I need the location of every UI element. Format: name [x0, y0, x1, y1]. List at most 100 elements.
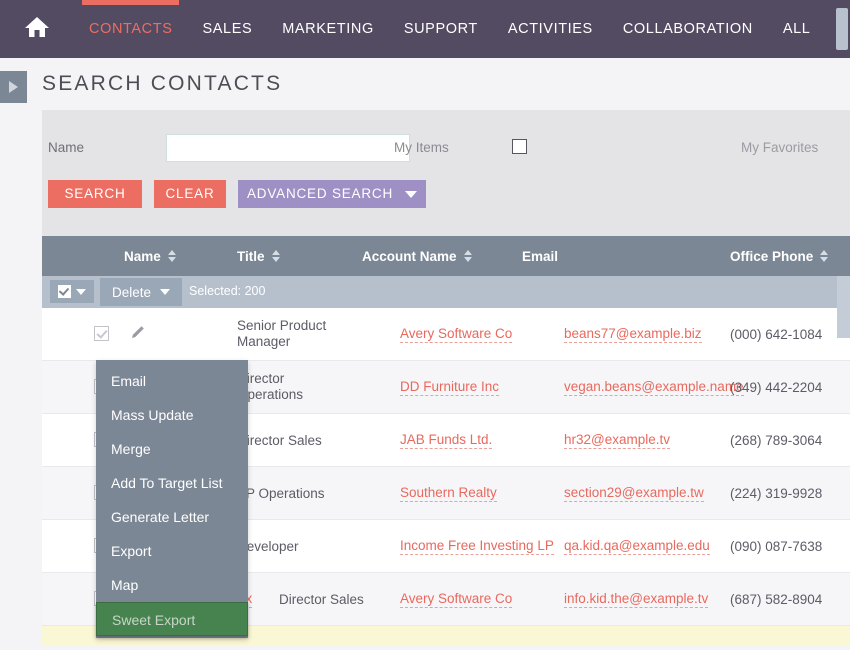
bulk-action-dropdown-menu: Email Mass Update Merge Add To Target Li…	[96, 360, 248, 638]
page-title: SEARCH CONTACTS	[42, 72, 283, 95]
column-label: Account Name	[362, 248, 457, 264]
app-window: CONTACTS SALES MARKETING SUPPORT ACTIVIT…	[0, 0, 850, 650]
column-label: Title	[237, 248, 265, 264]
email-link[interactable]: section29@example.tw	[564, 485, 704, 502]
nav-item-all[interactable]: ALL	[768, 0, 826, 58]
cell-email: info.kid.the@example.tv	[564, 573, 709, 625]
nav-item-activities[interactable]: ACTIVITIES	[493, 0, 608, 58]
home-icon	[24, 15, 50, 44]
column-label: Email	[522, 248, 559, 264]
search-name-input[interactable]	[166, 134, 410, 162]
top-navigation-bar: CONTACTS SALES MARKETING SUPPORT ACTIVIT…	[0, 0, 850, 58]
delete-label: Delete	[111, 284, 152, 300]
account-link[interactable]: Avery Software Co	[400, 591, 513, 608]
nav-item-label: COLLABORATION	[622, 21, 753, 37]
clear-button[interactable]: CLEAR	[154, 180, 226, 208]
my-items-label: My Items	[394, 140, 449, 155]
home-button[interactable]	[0, 0, 74, 58]
account-link[interactable]: DD Furniture Inc	[400, 379, 500, 396]
expand-triangle-icon	[9, 81, 18, 93]
caret-down-icon	[160, 289, 171, 295]
menu-item-generate-letter[interactable]: Generate Letter	[96, 500, 248, 534]
cell-email: vegan.beans@example.name	[564, 361, 744, 413]
pencil-icon[interactable]	[130, 325, 145, 345]
nav-item-sales[interactable]: SALES	[187, 0, 267, 58]
column-header-email[interactable]: Email	[522, 236, 558, 276]
menu-item-map[interactable]: Map	[96, 568, 248, 602]
nav-item-label: ALL	[782, 21, 811, 37]
nav-item-collaboration[interactable]: COLLABORATION	[608, 0, 768, 58]
nav-item-label: MARKETING	[282, 21, 374, 37]
list-scrollbar-thumb[interactable]	[837, 276, 850, 338]
column-header-account-name[interactable]: Account Name	[362, 236, 472, 276]
nav-item-label: CONTACTS	[89, 21, 173, 37]
account-link[interactable]: Southern Realty	[400, 485, 497, 502]
page-scrollbar-thumb[interactable]	[836, 8, 848, 50]
email-link[interactable]: qa.kid.qa@example.edu	[564, 538, 710, 555]
cell-phone: (090) 087-7638	[730, 538, 823, 554]
email-link[interactable]: info.kid.the@example.tv	[564, 591, 709, 608]
email-link[interactable]: beans77@example.biz	[564, 326, 702, 343]
caret-down-icon	[405, 190, 418, 198]
nav-item-label: SUPPORT	[403, 21, 478, 37]
table-row[interactable]: Senior Product Manager Avery Software Co…	[42, 308, 850, 361]
menu-item-mass-update[interactable]: Mass Update	[96, 398, 248, 432]
cell-account: Southern Realty	[400, 467, 497, 519]
menu-item-export[interactable]: Export	[96, 534, 248, 568]
cell-account: Income Free Investing LP	[400, 520, 554, 572]
cell-account: JAB Funds Ltd.	[400, 414, 493, 466]
account-link[interactable]: Avery Software Co	[400, 326, 513, 343]
my-favorites-label: My Favorites	[741, 140, 819, 155]
cell-phone: (000) 642-1084	[730, 326, 823, 342]
advanced-search-button[interactable]: ADVANCED SEARCH	[238, 180, 426, 208]
sort-icon	[820, 250, 829, 262]
menu-item-sweet-export[interactable]: Sweet Export	[96, 602, 248, 636]
cell-title: VP Operations	[237, 485, 325, 501]
nav-item-contacts[interactable]: CONTACTS	[74, 0, 187, 58]
nav-item-list: CONTACTS SALES MARKETING SUPPORT ACTIVIT…	[74, 0, 825, 58]
email-link[interactable]: hr32@example.tv	[564, 432, 671, 449]
selected-count-label: Selected: 200	[189, 284, 266, 298]
cell-title: Director Operations	[237, 361, 357, 413]
cell-title: Director Sales	[279, 591, 364, 607]
cell-phone: (687) 582-8904	[730, 591, 823, 607]
title-line-2: Manager	[237, 334, 291, 349]
column-header-name[interactable]: Name	[124, 236, 176, 276]
nav-item-marketing[interactable]: MARKETING	[267, 0, 389, 58]
cell-phone: (224) 319-9928	[730, 485, 823, 501]
list-header-row: Name Title Account Name Email Office Pho…	[42, 236, 850, 276]
advanced-search-label: ADVANCED SEARCH	[246, 186, 394, 201]
cell-account: Avery Software Co	[400, 308, 513, 360]
cell-email: beans77@example.biz	[564, 308, 702, 360]
sidebar-expand-toggle[interactable]	[0, 71, 27, 103]
checkbox-checked-icon	[58, 285, 71, 298]
select-all-dropdown[interactable]	[50, 280, 94, 303]
search-button[interactable]: SEARCH	[48, 180, 142, 208]
menu-item-merge[interactable]: Merge	[96, 432, 248, 466]
sort-icon	[463, 250, 472, 262]
account-link[interactable]: Income Free Investing LP	[400, 538, 554, 555]
column-header-office-phone[interactable]: Office Phone	[730, 236, 829, 276]
email-link[interactable]: vegan.beans@example.name	[564, 379, 744, 396]
nav-item-support[interactable]: SUPPORT	[389, 0, 493, 58]
column-label: Name	[124, 248, 161, 264]
my-items-checkbox[interactable]	[512, 139, 527, 154]
mass-action-bar: Delete Selected: 200	[42, 276, 850, 308]
caret-down-icon	[76, 288, 86, 295]
search-button-row: SEARCH CLEAR ADVANCED SEARCH	[48, 180, 438, 208]
row-checkbox[interactable]	[94, 326, 109, 341]
menu-item-email[interactable]: Email	[96, 364, 248, 398]
sort-icon	[271, 250, 280, 262]
name-label: Name	[48, 140, 85, 155]
nav-item-label: SALES	[202, 21, 253, 37]
delete-dropdown-button[interactable]: Delete	[100, 278, 182, 306]
cell-email: hr32@example.tv	[564, 414, 671, 466]
cell-email: section29@example.tw	[564, 467, 704, 519]
menu-item-add-to-target-list[interactable]: Add To Target List	[96, 466, 248, 500]
column-label: Office Phone	[730, 248, 814, 264]
cell-phone: (268) 789-3064	[730, 432, 823, 448]
column-header-title[interactable]: Title	[237, 236, 280, 276]
title-line-1: Senior Product	[237, 318, 327, 333]
cell-account: DD Furniture Inc	[400, 361, 500, 413]
account-link[interactable]: JAB Funds Ltd.	[400, 432, 493, 449]
